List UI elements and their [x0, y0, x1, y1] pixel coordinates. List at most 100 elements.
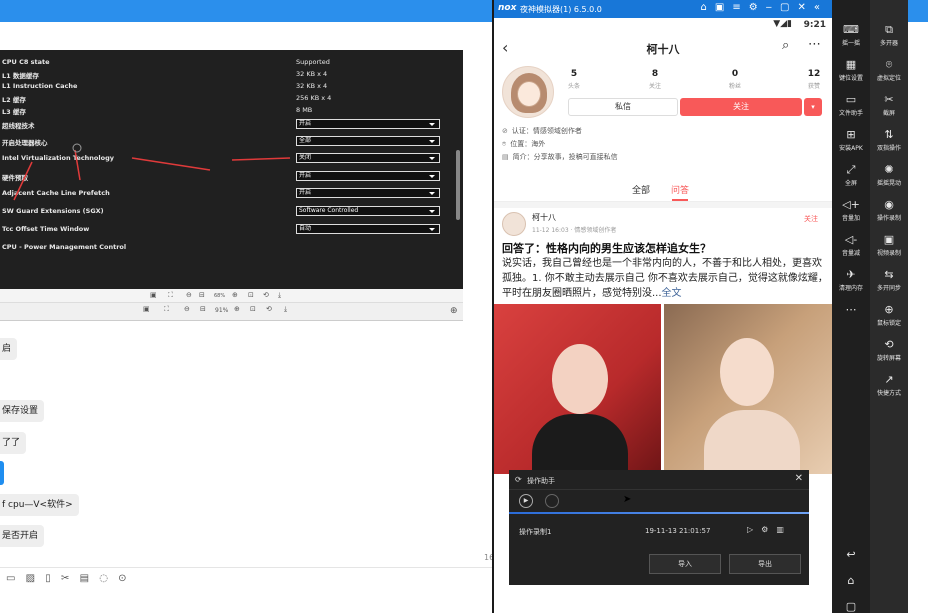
rotate-icon: ⟲: [884, 338, 894, 351]
message-button[interactable]: 私信: [568, 98, 678, 116]
post-title[interactable]: 回答了：性格内向的男生应该怎样追女生？: [502, 240, 828, 256]
rotate-icon[interactable]: ⟲: [266, 305, 272, 313]
stat-posts[interactable]: 5 头条: [544, 69, 604, 90]
recording-actions[interactable]: ▷⚙▥: [747, 525, 792, 534]
cert-line: ⊘ 认证：情感领域创作者: [502, 127, 582, 135]
screenshot-button[interactable]: ✂ 截屏: [870, 94, 908, 118]
close-icon[interactable]: ✕: [795, 473, 803, 484]
file-button[interactable]: ▭ 文件助手: [832, 94, 870, 118]
post-follow-link[interactable]: 关注: [804, 214, 818, 224]
follow-button[interactable]: 关注: [680, 98, 802, 116]
sync-button[interactable]: ⇅ 双指操作: [870, 128, 908, 153]
video-button[interactable]: ▣ 视频录制: [870, 233, 908, 258]
import-button[interactable]: 导入: [649, 554, 721, 574]
file-icon[interactable]: ▤: [80, 573, 89, 584]
post-avatar[interactable]: [502, 212, 526, 236]
video-icon: ▣: [883, 233, 895, 246]
keyboard-icon: ⌨: [843, 23, 859, 36]
tab-qa[interactable]: 问答: [671, 183, 689, 196]
shortcut-button[interactable]: ↗ 快捷方式: [870, 374, 908, 398]
post-image-1[interactable]: [494, 304, 661, 474]
zoom-out-icon[interactable]: ⊖: [184, 305, 190, 313]
export-button[interactable]: 导出: [729, 554, 801, 574]
stat-following[interactable]: 8 关注: [625, 69, 685, 90]
shrink-icon[interactable]: ⊟: [200, 305, 206, 313]
fit-icon[interactable]: ⛶: [164, 305, 169, 314]
more-button[interactable]: ⋯: [832, 304, 870, 318]
recording-date: 19-11-13 21:01:57: [645, 527, 711, 535]
multi-sync-icon: ⇆: [884, 268, 894, 281]
save-icon[interactable]: ▣: [143, 305, 150, 313]
save-icon[interactable]: ▣: [150, 291, 157, 299]
crop-icon[interactable]: ⊡: [248, 291, 254, 299]
stat-likes[interactable]: 12 获赞: [784, 69, 832, 90]
tab-all[interactable]: 全部: [632, 183, 650, 196]
window-controls[interactable]: ⌂▣≡⚙‒▢✕«: [701, 2, 828, 13]
magnifier-icon[interactable]: ⊕: [450, 306, 458, 316]
multi-sync-button[interactable]: ⇆ 多开同步: [870, 268, 908, 293]
crosshair-button[interactable]: ⊕ 鼠标锁定: [870, 304, 908, 328]
post-image-2[interactable]: [664, 304, 832, 474]
shrink-icon[interactable]: ⊟: [199, 291, 205, 299]
rotate-icon[interactable]: ⟲: [263, 291, 269, 299]
helper-icon: ⟳: [515, 475, 522, 484]
folder-icon[interactable]: ▭: [6, 573, 15, 584]
back-nav-icon[interactable]: ↩: [832, 548, 870, 561]
stat-fans[interactable]: 0 粉丝: [705, 69, 765, 90]
scissors-icon[interactable]: ✂: [61, 573, 69, 584]
crop-icon[interactable]: ⊡: [250, 305, 256, 313]
follow-dropdown-icon[interactable]: ▾: [804, 98, 822, 116]
sync-op-button[interactable]: ✺ 摇摇晃动: [870, 163, 908, 188]
location-button[interactable]: ⌾ 虚拟定位: [870, 59, 908, 83]
post-author[interactable]: 柯十八: [532, 212, 556, 223]
search-icon[interactable]: ⌕: [782, 38, 789, 53]
chat-bubble: 是否开启: [0, 525, 45, 547]
video-icon[interactable]: ▯: [45, 573, 51, 584]
clean-button[interactable]: ✈ 清理内存: [832, 269, 870, 293]
fit-icon[interactable]: ⛶: [168, 291, 173, 300]
top-bar: [0, 0, 494, 22]
android-status-bar: ▼◢▮ 9:21: [494, 18, 832, 34]
side-label: 视频录制: [876, 250, 901, 257]
keymap-button[interactable]: ▦ 键位设置: [832, 59, 870, 83]
fullscreen-button[interactable]: ⤢ 全屏: [832, 164, 870, 188]
recording-name[interactable]: 操作录制1: [519, 527, 551, 537]
post-body[interactable]: 说实话，我自己曾经也是一个非常内向的人，不善于和比人相处，更喜欢孤独。1. 你不…: [502, 256, 828, 301]
volume-down-button[interactable]: ◁- 音量减: [832, 234, 870, 258]
chat-bubble: f cpu—V<软件>: [0, 494, 79, 516]
multi-open-button[interactable]: ⧉ 多开器: [870, 24, 908, 48]
sync-icon: ⇅: [884, 128, 894, 141]
side-label: 虚拟定位: [876, 75, 901, 82]
clock: 9:21: [803, 20, 826, 30]
volume-up-button[interactable]: ◁+ 音量加: [832, 199, 870, 223]
download-icon[interactable]: ⤓: [278, 291, 281, 300]
record-icon[interactable]: [545, 494, 559, 508]
keyboard-button[interactable]: ⌨ 摇一摇: [832, 23, 870, 48]
location-line: ⌾ 位置：海外: [502, 140, 546, 148]
smile-icon[interactable]: ◌: [99, 573, 108, 584]
zoom-out-icon[interactable]: ⊖: [186, 291, 192, 299]
full-text-link[interactable]: 全文: [662, 288, 682, 299]
recent-nav-icon[interactable]: ▢: [832, 600, 870, 613]
download-icon[interactable]: ⤓: [284, 305, 287, 314]
sync-op-icon: ✺: [884, 163, 894, 176]
bios-screenshot: CPU C8 state Supported L1 数据缓存 32 KB x 4 L1 …: [0, 50, 463, 289]
divider: [0, 567, 494, 568]
nox-logo: nox: [498, 3, 517, 13]
home-nav-icon[interactable]: ⌂: [832, 574, 870, 587]
play-icon[interactable]: ▶: [519, 494, 533, 508]
zoom-in-icon[interactable]: ⊕: [234, 305, 240, 313]
helper-header: ⟳ 操作助手 ✕: [509, 470, 809, 490]
more-icon[interactable]: ⊙: [118, 573, 126, 584]
side-label: 双指操作: [876, 145, 901, 152]
record-icon: ◉: [884, 198, 894, 211]
record-button[interactable]: ◉ 操作录制: [870, 198, 908, 223]
apk-button[interactable]: ⊞ 安装APK: [832, 129, 870, 153]
location-icon: ⌾: [502, 140, 507, 148]
rotate-button[interactable]: ⟲ 旋转屏幕: [870, 338, 908, 363]
avatar-face: [517, 81, 541, 107]
emulator-titlebar: nox 夜神模拟器(1) 6.5.0.0 ⌂▣≡⚙‒▢✕«: [494, 0, 832, 18]
image-icon[interactable]: ▨: [26, 573, 35, 584]
zoom-in-icon[interactable]: ⊕: [232, 291, 238, 299]
more-icon[interactable]: ⋯: [808, 37, 821, 52]
